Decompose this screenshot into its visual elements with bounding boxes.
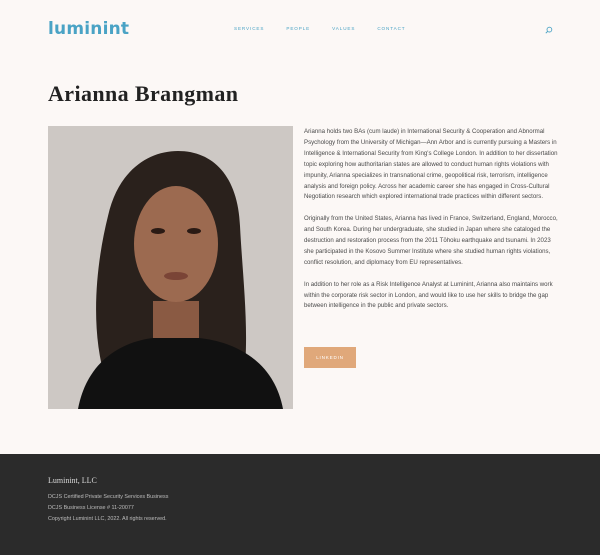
logo[interactable]: luminint	[48, 19, 129, 39]
nav-people[interactable]: PEOPLE	[286, 26, 310, 31]
nav-values[interactable]: VALUES	[332, 26, 355, 31]
bio-paragraph: Arianna holds two BAs (cum laude) in Int…	[304, 128, 558, 201]
nav-contact[interactable]: CONTACT	[377, 26, 405, 31]
nav-services[interactable]: SERVICES	[234, 26, 264, 31]
footer-brand: Luminint, LLC	[48, 476, 97, 485]
search-icon[interactable]	[545, 26, 553, 34]
footer-line: Copyright Luminint LLC, 2022. All rights…	[48, 516, 167, 522]
main-nav: SERVICES PEOPLE VALUES CONTACT	[234, 26, 428, 31]
profile-photo	[48, 126, 293, 409]
linkedin-button[interactable]: LINKEDIN	[304, 347, 356, 368]
footer-line: DCJS Certified Private Security Services…	[48, 494, 169, 500]
footer-line: DCJS Business License # 11-20077	[48, 505, 134, 511]
site-header: luminint SERVICES PEOPLE VALUES CONTACT	[0, 0, 600, 60]
bio-paragraph: Originally from the United States, Arian…	[304, 215, 558, 266]
site-footer: Luminint, LLC DCJS Certified Private Sec…	[0, 454, 600, 555]
bio-text: Arianna holds two BAs (cum laude) in Int…	[304, 127, 558, 323]
page-title: Arianna Brangman	[48, 81, 239, 106]
bio-paragraph: In addition to her role as a Risk Intell…	[304, 280, 553, 310]
